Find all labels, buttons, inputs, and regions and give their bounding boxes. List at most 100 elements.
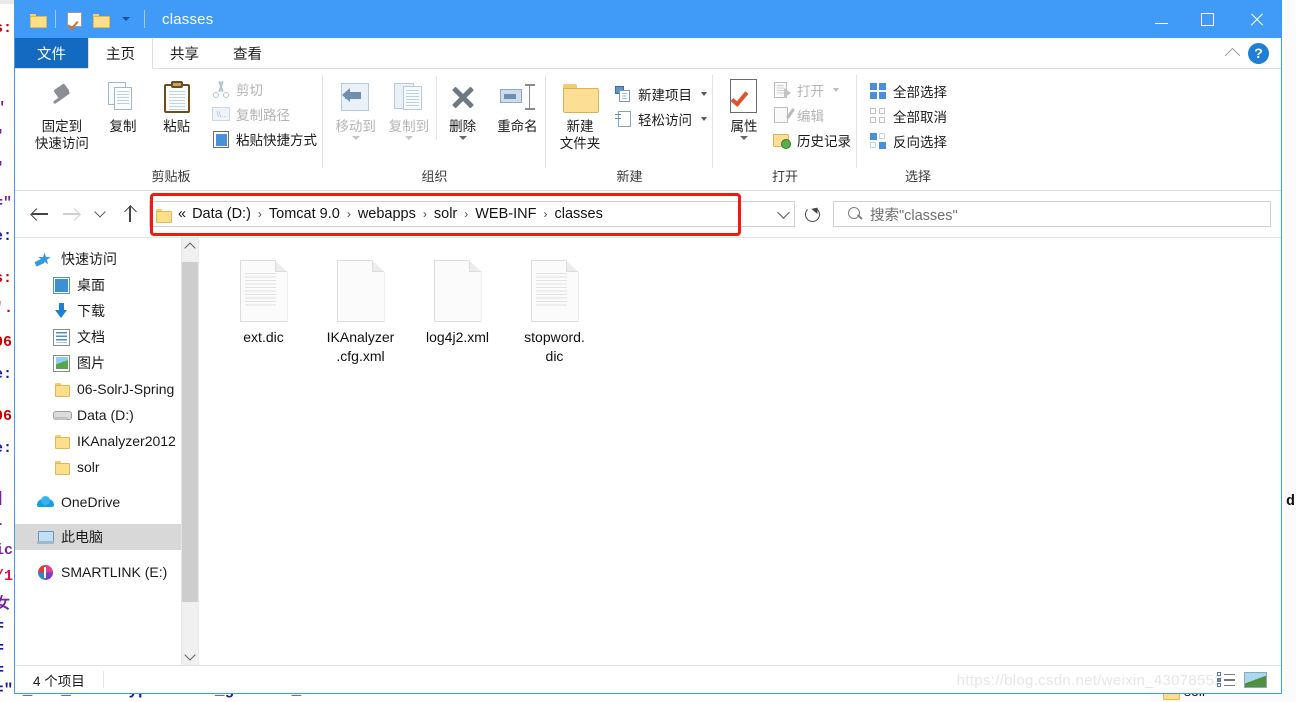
item-count-label: 4 个项目 [33, 673, 85, 689]
sidebar-item-06-solrj-spring[interactable]: 06-SolrJ-Spring [15, 376, 198, 402]
breadcrumb-item-2[interactable]: webapps [356, 206, 418, 222]
pin-to-quick-access-button[interactable]: 固定到 快速访问 [27, 76, 97, 152]
chevron-down-icon[interactable] [833, 88, 839, 92]
chevron-right-icon[interactable]: › [418, 207, 432, 221]
file-item[interactable]: stopword. dic [506, 256, 603, 366]
chevron-down-icon[interactable] [458, 136, 467, 140]
easy-access-icon [614, 110, 632, 128]
properties-button[interactable]: 属性 [721, 76, 767, 140]
sidebar-item-data-d[interactable]: Data (D:) [15, 402, 198, 428]
chevron-up-icon[interactable] [1224, 47, 1241, 63]
ribbon-group-new: 新建 文件夹 新建项目 轻松访问 新建 [546, 69, 713, 190]
cut-button[interactable]: 剪切 [208, 77, 323, 101]
recent-locations-button[interactable] [85, 199, 115, 229]
address-dropdown-icon[interactable] [777, 205, 790, 219]
button-label: 复制 [109, 119, 137, 134]
up-button[interactable] [115, 199, 145, 229]
folder-icon[interactable] [24, 6, 50, 32]
paste-button[interactable]: 粘贴 [149, 76, 204, 135]
chevron-right-icon[interactable]: › [342, 207, 356, 221]
file-list-pane[interactable]: ext.dic IKAnalyzer .cfg.xml log4j2.xml s… [199, 238, 1281, 665]
bg-code-fragment: s: [0, 270, 13, 287]
select-all-button[interactable]: 全部选择 [865, 79, 953, 103]
move-to-button[interactable]: 移动到 [329, 76, 382, 140]
tab-home[interactable]: 主页 [88, 38, 153, 69]
sidebar-item-smartlink-e[interactable]: SMARTLINK (E:) [15, 559, 198, 585]
new-folder-icon[interactable] [87, 6, 113, 32]
button-label: 全部选择 [893, 85, 947, 100]
file-item[interactable]: IKAnalyzer .cfg.xml [312, 256, 409, 366]
chevron-down-icon[interactable] [740, 136, 748, 140]
sidebar-item-quick-access[interactable]: 快速访问 [15, 246, 198, 272]
rename-button[interactable]: 重命名 [489, 76, 546, 135]
bg-code-fragment: ' [0, 128, 5, 145]
sidebar-item-ikanalyzer2012[interactable]: IKAnalyzer2012 [15, 428, 198, 454]
chevron-down-icon[interactable] [701, 117, 707, 121]
copy-path-button[interactable]: \\.. 复制路径 [208, 102, 323, 126]
breadcrumb-item-5[interactable]: classes [552, 206, 604, 222]
chevron-down-icon[interactable] [404, 136, 413, 140]
breadcrumb-item-0[interactable]: Data (D:) [190, 206, 253, 222]
paste-shortcut-button[interactable]: ↗ 粘贴快捷方式 [208, 127, 323, 151]
chevron-down-icon[interactable] [351, 136, 360, 140]
breadcrumb-item-3[interactable]: solr [432, 206, 459, 222]
back-button[interactable] [25, 199, 55, 229]
scrollbar-thumb[interactable] [182, 262, 198, 602]
tab-view[interactable]: 查看 [216, 38, 279, 68]
copy-to-button[interactable]: 复制到 [382, 76, 435, 140]
sidebar-item-downloads[interactable]: 下载 [15, 298, 198, 324]
sidebar-item-this-pc[interactable]: 此电脑 [15, 524, 198, 550]
chevron-right-icon[interactable]: › [538, 207, 552, 221]
history-icon [773, 131, 791, 149]
delete-button[interactable]: 删除 [435, 76, 489, 140]
forward-button[interactable] [55, 199, 85, 229]
search-icon [848, 207, 862, 221]
details-view-icon[interactable] [1217, 672, 1235, 687]
select-none-button[interactable]: 全部取消 [865, 104, 953, 128]
file-item[interactable]: log4j2.xml [409, 256, 506, 366]
sidebar-item-desktop[interactable]: 桌面 [15, 272, 198, 298]
chevron-down-icon[interactable] [701, 92, 707, 96]
tab-file[interactable]: 文件 [15, 38, 88, 68]
search-box[interactable]: 搜索"classes" [833, 201, 1271, 227]
quick-access-toolbar [14, 6, 150, 32]
scroll-down-button[interactable] [182, 648, 198, 665]
sidebar-item-label: 06-SolrJ-Spring [77, 381, 175, 397]
breadcrumb-overflow[interactable]: « [176, 206, 190, 222]
thumbnails-view-icon[interactable] [1244, 671, 1267, 688]
sidebar-item-pictures[interactable]: 图片 [15, 350, 198, 376]
question-mark-icon[interactable]: ? [1248, 42, 1269, 64]
properties-check-icon[interactable] [61, 6, 87, 32]
sidebar-item-solr[interactable]: solr [15, 454, 198, 480]
refresh-button[interactable] [797, 201, 827, 227]
navigation-scrollbar[interactable] [181, 238, 198, 665]
address-bar[interactable]: « Data (D:) › Tomcat 9.0 › webapps › sol… [149, 193, 795, 236]
breadcrumb-item-1[interactable]: Tomcat 9.0 [267, 206, 342, 222]
tab-share[interactable]: 共享 [153, 38, 216, 68]
button-label: 移动到 [335, 119, 376, 134]
minimize-button[interactable] [1138, 0, 1184, 38]
breadcrumb-item-4[interactable]: WEB-INF [473, 206, 538, 222]
easy-access-button[interactable]: 轻松访问 [610, 107, 713, 131]
copy-button[interactable]: 复制 [97, 76, 150, 135]
new-folder-button[interactable]: 新建 文件夹 [556, 76, 604, 152]
sidebar-item-documents[interactable]: 文档 [15, 324, 198, 350]
chevron-right-icon[interactable]: › [459, 207, 473, 221]
sidebar-item-label: OneDrive [61, 494, 121, 510]
history-button[interactable]: 历史记录 [769, 128, 857, 152]
scroll-up-button[interactable] [182, 238, 198, 255]
file-item[interactable]: ext.dic [215, 256, 312, 366]
sidebar-item-label: SMARTLINK (E:) [61, 564, 168, 580]
chevron-down-icon[interactable] [113, 6, 139, 32]
divider [144, 10, 145, 28]
chevron-right-icon[interactable]: › [253, 207, 267, 221]
sidebar-item-onedrive[interactable]: OneDrive [15, 489, 198, 515]
new-item-button[interactable]: 新建项目 [610, 82, 713, 106]
maximize-button[interactable] [1184, 0, 1230, 38]
select-none-icon [869, 107, 887, 125]
open-button[interactable]: 打开 [769, 78, 857, 102]
search-input[interactable]: 搜索"classes" [870, 204, 958, 225]
invert-selection-button[interactable]: 反向选择 [865, 129, 953, 153]
close-button[interactable] [1230, 0, 1282, 38]
edit-button[interactable]: 编辑 [769, 103, 857, 127]
